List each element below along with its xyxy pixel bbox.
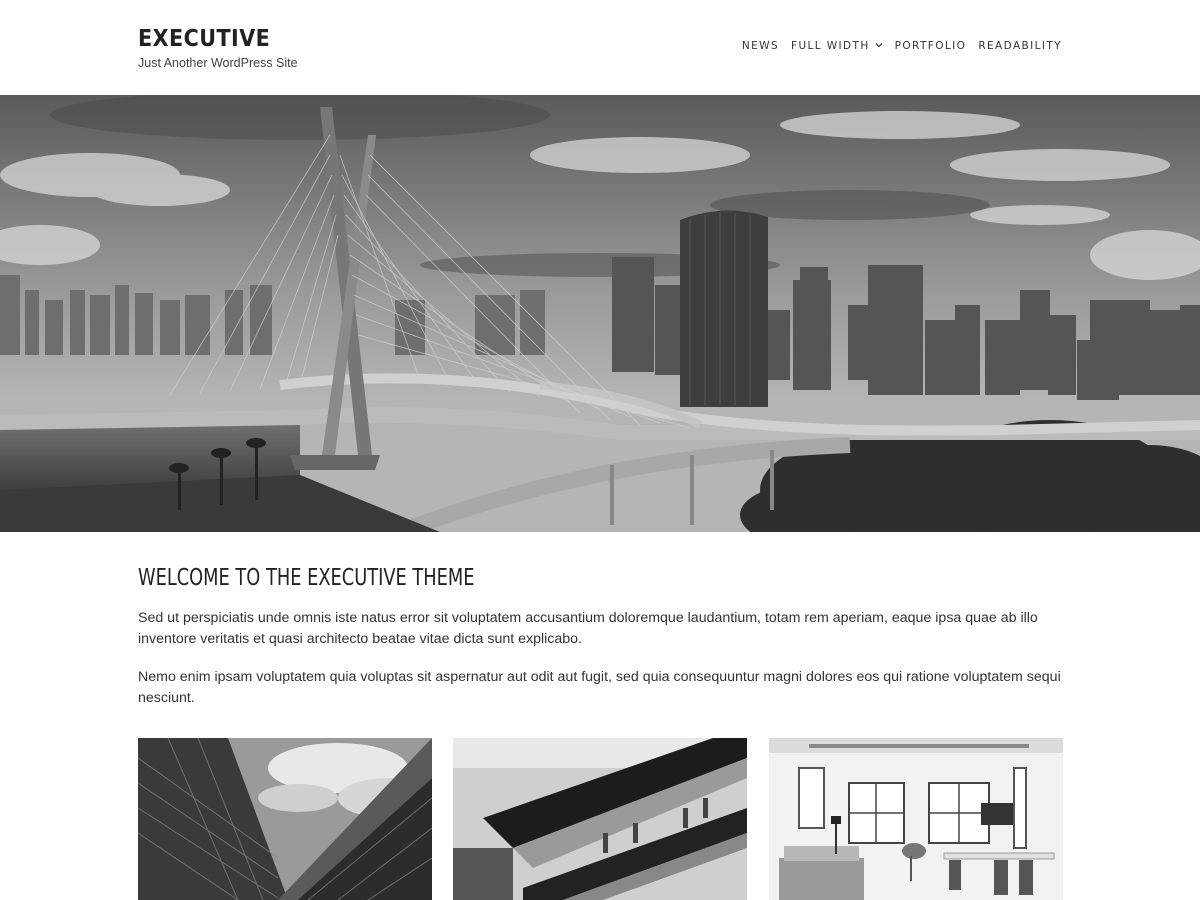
page-title: WELCOME TO THE EXECUTIVE THEME	[138, 565, 475, 591]
hero-image	[0, 95, 1200, 532]
entry-content: WELCOME TO THE EXECUTIVE THEME Sed ut pe…	[138, 560, 1063, 726]
city-bridge-photo	[0, 95, 1200, 532]
nav-item-label: NEWS	[741, 40, 780, 52]
paragraph: Nemo enim ipsam voluptatem quia voluptas…	[138, 669, 1061, 706]
gallery-item-escalators[interactable]	[453, 738, 747, 900]
nav-item-label: FULL WIDTH	[791, 40, 870, 52]
nav-item-full-width[interactable]: FULL WIDTH	[791, 40, 883, 52]
paragraph: Sed ut perspiciatis unde omnis iste natu…	[138, 610, 1038, 647]
nav-item-label: READABILITY	[978, 40, 1062, 52]
nav-item-portfolio[interactable]: PORTFOLIO	[895, 40, 967, 52]
site-header: EXECUTIVE Just Another WordPress Site NE…	[0, 0, 1200, 95]
nav-item-readability[interactable]: READABILITY	[978, 40, 1062, 52]
main-navigation: NEWS FULL WIDTH PORTFOLIO READABILITY	[742, 40, 1062, 52]
skyscrapers-photo	[138, 738, 432, 900]
chevron-down-icon	[875, 42, 883, 51]
site-branding: EXECUTIVE Just Another WordPress Site	[138, 26, 298, 70]
escalators-photo	[453, 738, 747, 900]
gallery	[138, 738, 1063, 900]
office-photo	[769, 738, 1063, 900]
site-tagline: Just Another WordPress Site	[138, 56, 298, 70]
gallery-item-office[interactable]	[769, 738, 1063, 900]
site-title[interactable]: EXECUTIVE	[138, 26, 282, 52]
nav-item-label: PORTFOLIO	[894, 40, 967, 52]
gallery-item-skyscrapers[interactable]	[138, 738, 432, 900]
nav-item-news[interactable]: NEWS	[742, 40, 779, 52]
